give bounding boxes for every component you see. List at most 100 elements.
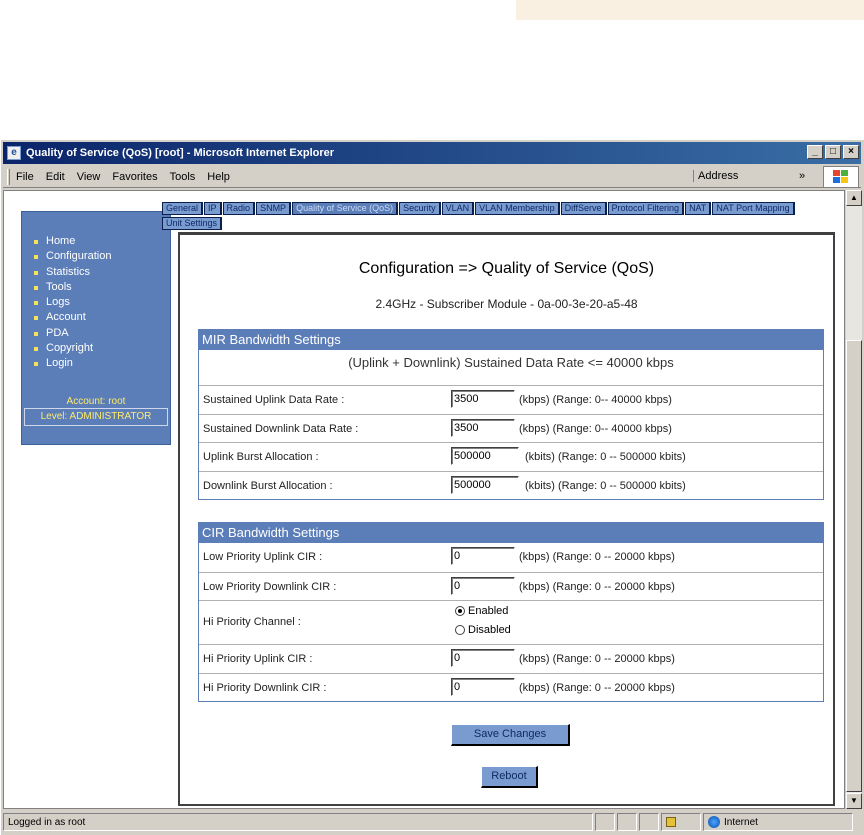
downlink-burst-input[interactable] — [451, 475, 519, 494]
tab-nat[interactable]: NAT — [685, 202, 712, 215]
tab-ip[interactable]: IP — [204, 202, 222, 215]
mir-row-uplink-rate: Sustained Uplink Data Rate : (kbps) (Ran… — [199, 385, 823, 414]
field-hint: (kbps) (Range: 0 -- 20000 kbps) — [519, 580, 675, 593]
tab-qos[interactable]: Quality of Service (QoS) — [292, 202, 399, 215]
minimize-button[interactable]: _ — [807, 145, 823, 159]
scroll-up-icon[interactable]: ▲ — [846, 190, 862, 206]
tab-unit-settings[interactable]: Unit Settings — [162, 217, 223, 230]
field-label: Hi Priority Channel : — [203, 616, 301, 629]
side-navigation: Home Configuration Statistics Tools Logs… — [21, 211, 171, 445]
status-text: Logged in as root — [8, 816, 86, 828]
tab-radio[interactable]: Radio — [222, 202, 256, 215]
radio-disabled[interactable]: Disabled — [455, 624, 511, 636]
field-label: Downlink Burst Allocation : — [203, 479, 333, 492]
mir-row-downlink-rate: Sustained Downlink Data Rate : (kbps) (R… — [199, 413, 823, 443]
scroll-down-icon[interactable]: ▼ — [846, 793, 862, 809]
window-controls: _ □ × — [807, 145, 859, 159]
cir-row-low-downlink: Low Priority Downlink CIR : (kbps) (Rang… — [199, 571, 823, 601]
hi-priority-downlink-cir-input[interactable] — [451, 677, 515, 696]
toolbar-chevron[interactable]: » — [799, 170, 805, 182]
nav-pda[interactable]: PDA — [34, 326, 170, 341]
field-label: Low Priority Downlink CIR : — [203, 580, 337, 593]
sustained-uplink-rate-input[interactable] — [451, 390, 515, 408]
cir-row-low-uplink: Low Priority Uplink CIR : (kbps) (Range:… — [199, 543, 823, 572]
field-hint: (kbits) (Range: 0 -- 500000 kbits) — [525, 451, 686, 464]
low-priority-uplink-cir-input[interactable] — [451, 547, 515, 565]
field-label: Low Priority Uplink CIR : — [203, 551, 323, 563]
mir-header: MIR Bandwidth Settings — [199, 330, 823, 350]
cir-header: CIR Bandwidth Settings — [199, 523, 823, 543]
scroll-thumb[interactable] — [846, 340, 862, 792]
nav-copyright[interactable]: Copyright — [34, 341, 170, 356]
status-text-cell: Logged in as root — [3, 813, 593, 831]
nav-tools[interactable]: Tools — [34, 280, 170, 295]
cir-row-hi-downlink: Hi Priority Downlink CIR : (kbps) (Range… — [199, 672, 823, 702]
address-label[interactable]: Address — [693, 170, 738, 182]
tab-vlan[interactable]: VLAN — [441, 202, 475, 215]
vertical-scrollbar[interactable]: ▲ ▼ — [846, 190, 862, 809]
radio-enabled[interactable]: Enabled — [455, 605, 508, 617]
uplink-burst-input[interactable] — [451, 447, 519, 466]
menu-bar: File Edit View Favorites Tools Help Addr… — [3, 166, 861, 188]
field-hint: (kbits) (Range: 0 -- 500000 kbits) — [525, 479, 686, 492]
radio-enabled-label: Enabled — [468, 605, 509, 618]
radio-enabled-dot[interactable] — [455, 606, 465, 617]
nav-account[interactable]: Account — [34, 310, 170, 325]
windows-logo-icon — [823, 166, 859, 188]
page-subtitle: 2.4GHz - Subscriber Module - 0a-00-3e-20… — [375, 297, 638, 311]
menu-edit[interactable]: Edit — [46, 171, 65, 183]
field-label: Sustained Uplink Data Rate : — [203, 394, 345, 406]
radio-disabled-label: Disabled — [468, 624, 511, 637]
mir-row-uplink-burst: Uplink Burst Allocation : (kbits) (Range… — [199, 442, 823, 471]
mir-note: (Uplink + Downlink) Sustained Data Rate … — [348, 355, 674, 370]
field-label: Uplink Burst Allocation : — [203, 451, 319, 464]
page-title: Configuration => Quality of Service (QoS… — [358, 260, 655, 277]
sustained-downlink-rate-input[interactable] — [451, 418, 515, 437]
low-priority-downlink-cir-input[interactable] — [451, 576, 515, 595]
cir-row-hi-channel: Hi Priority Channel : Enabled Disabled — [199, 600, 823, 644]
account-info: Account: root — [66, 396, 126, 407]
field-hint: (kbps) (Range: 0 -- 20000 kbps) — [519, 653, 675, 666]
menu-favorites[interactable]: Favorites — [112, 171, 157, 183]
nav-configuration[interactable]: Configuration — [34, 249, 170, 264]
nav-statistics[interactable]: Statistics — [34, 265, 170, 280]
menu-tools[interactable]: Tools — [170, 171, 196, 183]
cir-row-hi-uplink: Hi Priority Uplink CIR : (kbps) (Range: … — [199, 644, 823, 673]
tab-vlan-membership[interactable]: VLAN Membership — [475, 202, 560, 215]
tab-snmp[interactable]: SNMP — [256, 202, 292, 215]
zone-label: Internet — [724, 816, 758, 828]
level-info: Level: ADMINISTRATOR — [40, 411, 152, 422]
reboot-button[interactable]: Reboot — [481, 766, 538, 788]
menu-help[interactable]: Help — [207, 171, 230, 183]
qos-panel: Configuration => Quality of Service (QoS… — [178, 232, 835, 806]
nav-login[interactable]: Login — [34, 356, 170, 371]
cir-settings-group: CIR Bandwidth Settings Low Priority Upli… — [198, 522, 824, 703]
field-label: Sustained Downlink Data Rate : — [203, 422, 359, 435]
radio-disabled-dot[interactable] — [455, 625, 465, 636]
tab-security[interactable]: Security — [399, 202, 441, 215]
tab-general[interactable]: General — [162, 202, 204, 215]
window-title: Quality of Service (QoS) [root] - Micros… — [26, 147, 335, 159]
status-bar: Logged in as root Internet — [3, 812, 861, 832]
hi-priority-uplink-cir-input[interactable] — [451, 649, 515, 668]
tab-protocol-filtering[interactable]: Protocol Filtering — [607, 202, 685, 215]
field-hint: (kbps) (Range: 0 -- 20000 kbps) — [519, 681, 675, 694]
status-cell — [639, 813, 659, 831]
field-hint: (kbps) (Range: 0-- 40000 kbps) — [519, 422, 672, 435]
maximize-button[interactable]: □ — [825, 145, 841, 159]
mir-settings-group: MIR Bandwidth Settings (Uplink + Downlin… — [198, 329, 824, 501]
field-hint: (kbps) (Range: 0 -- 20000 kbps) — [519, 551, 675, 563]
tab-nat-port-mapping[interactable]: NAT Port Mapping — [712, 202, 795, 215]
top-decor-band — [516, 0, 864, 20]
tab-diffserve[interactable]: DiffServe — [560, 202, 607, 215]
close-button[interactable]: × — [843, 145, 859, 159]
lock-icon — [666, 817, 676, 827]
config-tabs: General IP Radio SNMP Quality of Service (Qo… — [162, 202, 832, 232]
nav-logs[interactable]: Logs — [34, 295, 170, 310]
save-changes-button[interactable]: Save Changes — [451, 724, 570, 746]
menu-file[interactable]: File — [16, 171, 34, 183]
menu-view[interactable]: View — [77, 171, 101, 183]
ie-icon: e — [7, 146, 21, 160]
mir-row-downlink-burst: Downlink Burst Allocation : (kbits) (Ran… — [199, 470, 823, 500]
nav-home[interactable]: Home — [34, 234, 170, 249]
